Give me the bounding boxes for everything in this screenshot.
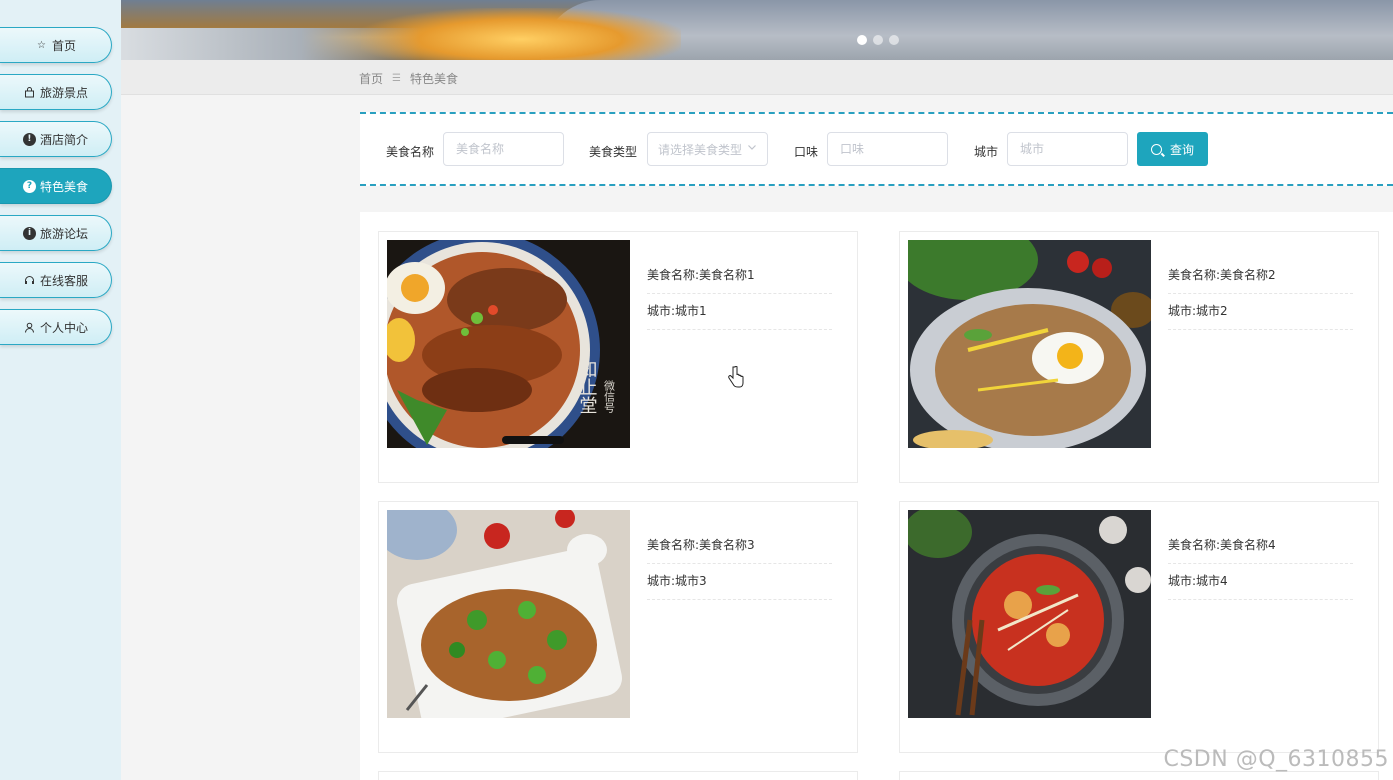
food-type-placeholder: 请选择美食类型 xyxy=(658,142,743,157)
info-icon: ! xyxy=(22,132,36,146)
breadcrumb-current: 特色美食 xyxy=(409,72,458,86)
carousel-indicators xyxy=(857,35,899,45)
food-name: 美食名称:美食名称3 xyxy=(647,528,832,564)
taste-label: 口味 xyxy=(794,145,819,159)
search-button-label: 查询 xyxy=(1169,142,1194,157)
carousel-dot[interactable] xyxy=(889,35,899,45)
food-info: 美食名称:美食名称2 城市:城市2 xyxy=(1168,258,1353,330)
user-icon xyxy=(23,321,36,334)
search-panel: 美食名称 美食类型 请选择美食类型 口味 城市 查询 xyxy=(360,112,1393,186)
star-icon: ☆ xyxy=(37,39,46,51)
food-name-label: 美食名称 xyxy=(386,145,435,159)
food-name: 美食名称:美食名称4 xyxy=(1168,528,1353,564)
sidebar-item-home[interactable]: ☆ 首页 xyxy=(0,27,112,63)
help-icon: ? xyxy=(22,179,36,193)
carousel-dot[interactable] xyxy=(857,35,867,45)
sidebar-item-label: 特色美食 xyxy=(39,179,88,194)
food-city: 城市:城市2 xyxy=(1168,294,1353,330)
food-name-field[interactable] xyxy=(454,141,553,157)
sidebar-item-profile[interactable]: 个人中心 xyxy=(0,309,112,345)
food-card[interactable]: 美食名称:美食名称2 城市:城市2 xyxy=(899,231,1379,483)
food-image[interactable] xyxy=(387,510,630,718)
taste-input[interactable] xyxy=(827,132,948,166)
hand-cursor-icon xyxy=(728,365,744,392)
food-city: 城市:城市1 xyxy=(647,294,832,330)
city-field[interactable] xyxy=(1018,141,1117,157)
bag-icon xyxy=(23,86,36,99)
food-image[interactable] xyxy=(908,510,1151,718)
food-card[interactable]: 美食名称:美食名称4 城市:城市4 xyxy=(899,501,1379,753)
food-card[interactable]: 知止堂 微信号 美食名称:美食名称1 城市:城市1 xyxy=(378,231,858,483)
photo-caption: 微信号 xyxy=(603,379,616,414)
food-type-label: 美食类型 xyxy=(589,145,638,159)
sidebar-item-food[interactable]: ? 特色美食 xyxy=(0,168,112,204)
chevron-down-icon xyxy=(747,142,757,155)
sidebar: ☆ 首页 旅游景点 ! 酒店简介 ? 特色美食 i 旅游论坛 在线客服 个人中心 xyxy=(0,0,121,780)
carousel-dot[interactable] xyxy=(873,35,883,45)
sidebar-item-label: 在线客服 xyxy=(39,273,88,288)
sidebar-item-forum[interactable]: i 旅游论坛 xyxy=(0,215,112,251)
photo-caption: 知止堂 xyxy=(577,360,598,414)
info-icon: i xyxy=(22,226,36,240)
food-image[interactable]: 知止堂 微信号 xyxy=(387,240,630,448)
food-city: 城市:城市4 xyxy=(1168,564,1353,600)
search-icon xyxy=(1150,143,1162,155)
sidebar-item-label: 首页 xyxy=(51,38,76,53)
sidebar-item-label: 旅游论坛 xyxy=(39,226,88,241)
breadcrumb-separator-icon: ☰ xyxy=(392,73,401,84)
food-image[interactable] xyxy=(908,240,1151,448)
food-city: 城市:城市3 xyxy=(647,564,832,600)
search-button[interactable]: 查询 xyxy=(1137,132,1208,166)
food-list: 知止堂 微信号 美食名称:美食名称1 城市:城市1 美食名称:美食名称2 城市:… xyxy=(360,212,1393,780)
food-name-input[interactable] xyxy=(443,132,564,166)
food-card[interactable]: 美食名称:美食名称3 城市:城市3 xyxy=(378,501,858,753)
sidebar-item-hotels[interactable]: ! 酒店简介 xyxy=(0,121,112,157)
sidebar-item-label: 旅游景点 xyxy=(39,85,88,100)
food-name: 美食名称:美食名称2 xyxy=(1168,258,1353,294)
food-card[interactable] xyxy=(899,771,1379,780)
food-name: 美食名称:美食名称1 xyxy=(647,258,832,294)
banner-carousel[interactable] xyxy=(121,0,1393,60)
breadcrumb: 首页 ☰ 特色美食 xyxy=(359,70,458,87)
sidebar-item-support[interactable]: 在线客服 xyxy=(0,262,112,298)
city-label: 城市 xyxy=(974,145,999,159)
food-type-select[interactable]: 请选择美食类型 xyxy=(647,132,768,166)
sidebar-item-scenic-spots[interactable]: 旅游景点 xyxy=(0,74,112,110)
taste-field[interactable] xyxy=(838,141,937,157)
food-info: 美食名称:美食名称4 城市:城市4 xyxy=(1168,528,1353,600)
city-input[interactable] xyxy=(1007,132,1128,166)
food-card[interactable] xyxy=(378,771,858,780)
watermark: CSDN @Q_6310855 xyxy=(1163,747,1389,772)
food-info: 美食名称:美食名称3 城市:城市3 xyxy=(647,528,832,600)
food-info: 美食名称:美食名称1 城市:城市1 xyxy=(647,258,832,330)
headset-icon xyxy=(23,274,36,287)
sidebar-item-label: 酒店简介 xyxy=(39,132,88,147)
breadcrumb-bar: 首页 ☰ 特色美食 xyxy=(121,60,1393,95)
sidebar-item-label: 个人中心 xyxy=(39,320,88,335)
breadcrumb-home[interactable]: 首页 xyxy=(359,70,383,87)
